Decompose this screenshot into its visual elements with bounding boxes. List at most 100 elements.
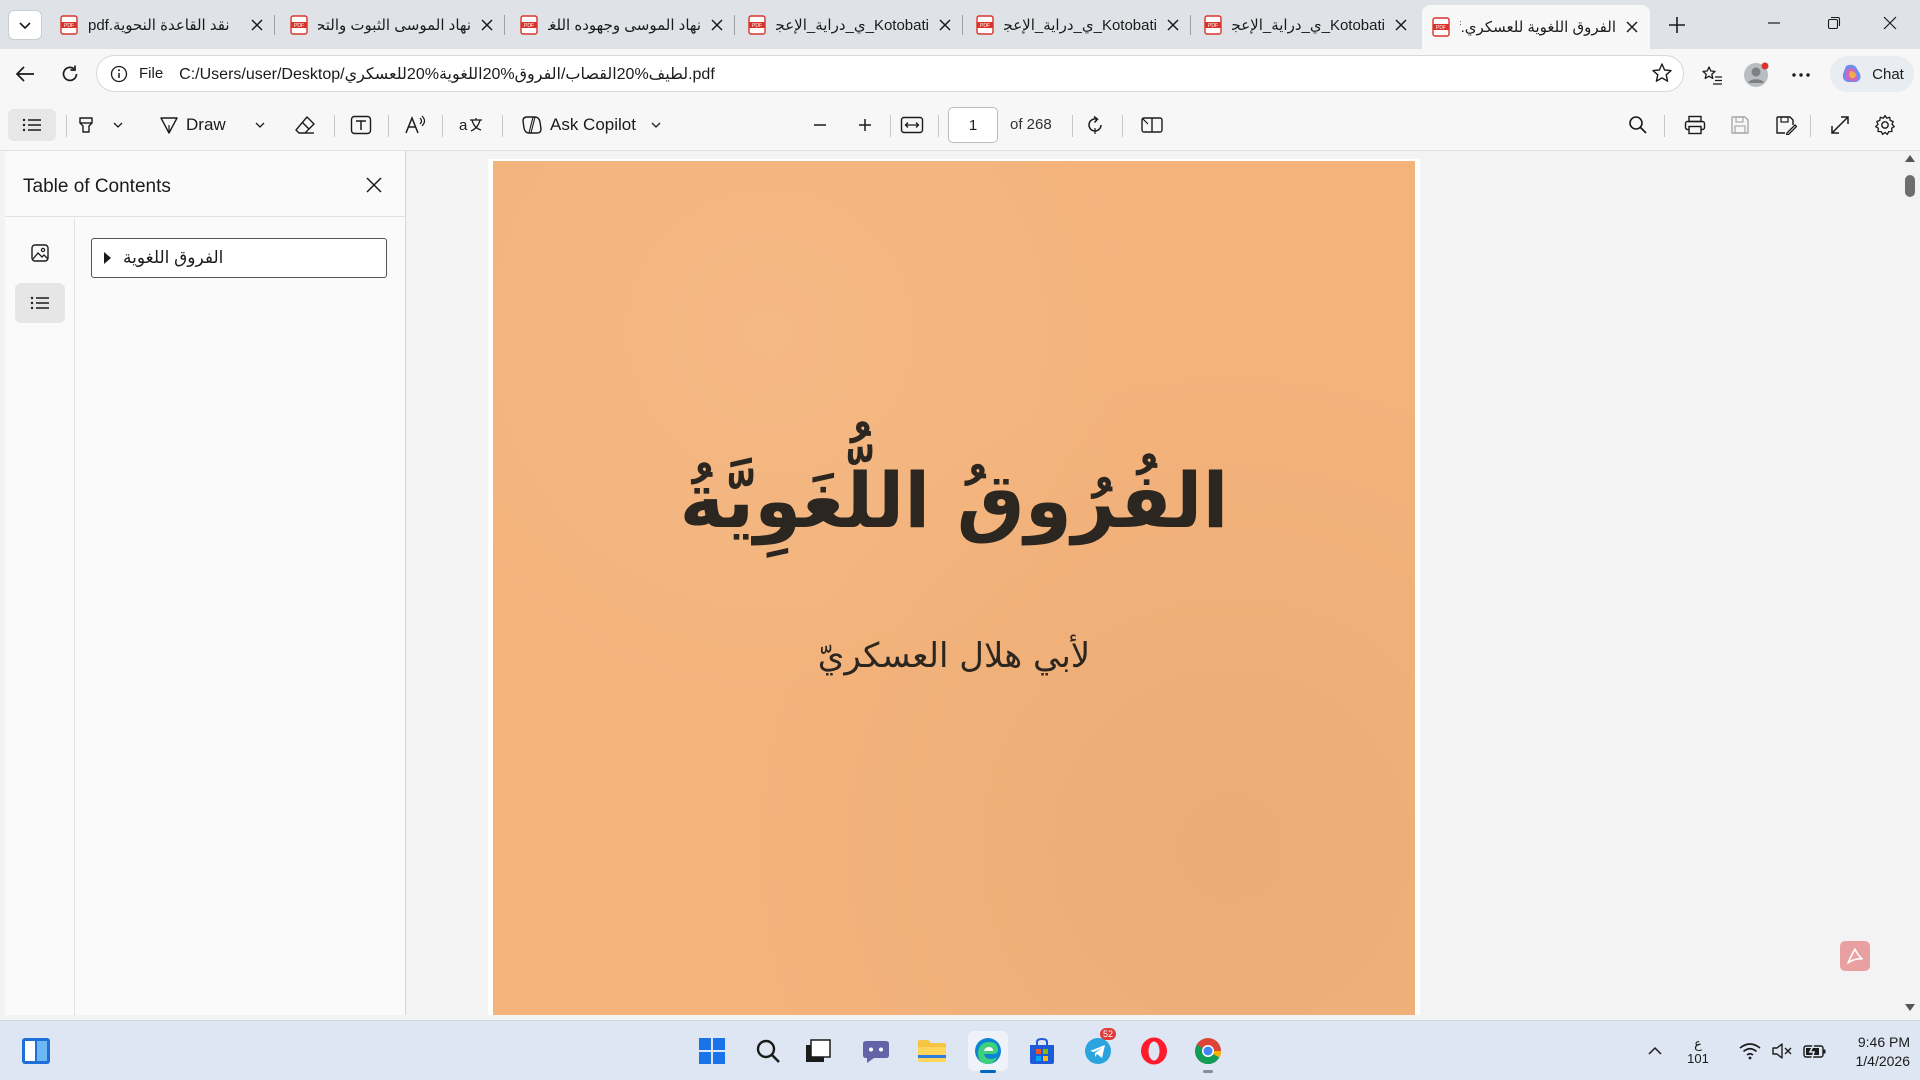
settings-and-more-button[interactable] xyxy=(1787,61,1815,89)
pdf-settings-button[interactable] xyxy=(1874,109,1896,141)
draw-options-dropdown[interactable] xyxy=(254,109,266,141)
save-as-icon xyxy=(1776,116,1797,135)
copilot-outline-icon xyxy=(522,116,542,134)
highlight-options-dropdown[interactable] xyxy=(112,109,124,141)
page-view-button[interactable] xyxy=(1140,109,1164,141)
toc-item[interactable]: الفروق اللغوية xyxy=(91,238,387,278)
close-tab-icon[interactable] xyxy=(707,15,727,35)
chrome-icon xyxy=(1194,1038,1222,1065)
tab-3[interactable]: PDF نهاد الموسى وجهوده اللغو xyxy=(510,7,735,43)
fullscreen-button[interactable] xyxy=(1830,109,1850,141)
telegram-button[interactable]: 52 xyxy=(1078,1028,1118,1071)
tab-6[interactable]: PDF Kotobati_ي_دراية_الإعجاز xyxy=(1194,7,1419,43)
microsoft-store-button[interactable] xyxy=(1022,1031,1062,1071)
print-button[interactable] xyxy=(1684,109,1706,141)
tab-5[interactable]: PDF Kotobati_ي_دراية_الإعجاز xyxy=(966,7,1191,43)
translate-button[interactable]: a xyxy=(458,109,484,141)
scroll-down-arrow[interactable] xyxy=(1905,1004,1915,1011)
tab-1[interactable]: PDF نقد القاعدة النحوية.pdf xyxy=(50,7,275,43)
save-icon xyxy=(1731,116,1749,134)
erase-button[interactable] xyxy=(294,109,316,141)
url-scheme: File xyxy=(139,65,164,82)
rotate-icon xyxy=(1088,115,1102,134)
tab-7-active[interactable]: PDF الفروق اللغوية للعسكري.f xyxy=(1422,5,1650,49)
thumbnails-button[interactable] xyxy=(15,233,65,273)
teams-chat-button[interactable] xyxy=(856,1031,896,1071)
new-tab-button[interactable] xyxy=(1662,10,1692,40)
windows-taskbar: 52 ع 101 9:46 PM 1/4/2026 xyxy=(0,1020,1920,1080)
refresh-button[interactable] xyxy=(53,58,87,90)
search-button[interactable] xyxy=(748,1031,788,1071)
add-text-button[interactable] xyxy=(350,109,372,141)
image-icon xyxy=(31,244,49,262)
outline-button[interactable] xyxy=(15,283,65,323)
restore-button[interactable] xyxy=(1804,0,1864,46)
scroll-up-arrow[interactable] xyxy=(1905,155,1915,162)
close-tab-icon[interactable] xyxy=(1622,17,1642,37)
task-view-button[interactable] xyxy=(798,1031,838,1071)
scroll-thumb[interactable] xyxy=(1905,175,1915,197)
opera-browser-button[interactable] xyxy=(1134,1031,1174,1071)
site-info-icon[interactable] xyxy=(107,62,131,86)
tab-4[interactable]: PDF Kotobati_ي_دراية_الإعجاز xyxy=(738,7,963,43)
rotate-button[interactable] xyxy=(1084,109,1106,141)
edge-browser-button[interactable] xyxy=(968,1031,1008,1073)
ask-copilot-button[interactable]: Ask Copilot xyxy=(520,109,662,141)
clock[interactable]: 9:46 PM 1/4/2026 xyxy=(1820,1033,1911,1071)
acrobat-button[interactable] xyxy=(1840,941,1870,971)
expand-arrow-icon[interactable] xyxy=(104,252,111,264)
close-icon xyxy=(1883,16,1897,30)
vertical-scrollbar[interactable] xyxy=(1900,151,1920,1015)
task-view-icon xyxy=(806,1039,831,1062)
minimize-button[interactable] xyxy=(1744,0,1804,46)
close-tab-icon[interactable] xyxy=(1391,15,1411,35)
show-hidden-icons-button[interactable] xyxy=(1640,1031,1670,1071)
zoom-in-button[interactable] xyxy=(857,109,873,141)
read-aloud-button[interactable] xyxy=(404,109,428,141)
favorite-star-icon[interactable] xyxy=(1651,62,1673,88)
close-panel-button[interactable] xyxy=(360,171,388,199)
start-button[interactable] xyxy=(692,1031,732,1071)
find-button[interactable] xyxy=(1628,109,1648,141)
restore-icon xyxy=(1827,16,1841,30)
search-icon xyxy=(756,1039,780,1063)
store-icon xyxy=(1030,1037,1054,1064)
file-explorer-button[interactable] xyxy=(912,1031,952,1071)
list-icon xyxy=(30,296,49,310)
table-of-contents-toggle[interactable] xyxy=(8,109,56,141)
widgets-button[interactable] xyxy=(16,1031,56,1071)
fit-to-width-button[interactable] xyxy=(900,109,924,141)
highlight-button[interactable] xyxy=(76,109,96,141)
back-button[interactable] xyxy=(8,58,42,90)
address-bar[interactable]: File C:/Users/user/Desktop/لطيف%20القصاب… xyxy=(96,55,1684,92)
chevron-down-icon xyxy=(651,122,661,128)
page-number-input[interactable]: 1 xyxy=(948,107,998,143)
close-tab-icon[interactable] xyxy=(935,15,955,35)
tab-2[interactable]: PDF نهاد الموسى الثبوت والتحو xyxy=(280,7,505,43)
close-tab-icon[interactable] xyxy=(1163,15,1183,35)
toolbar-divider xyxy=(1810,115,1811,137)
save-as-button[interactable] xyxy=(1775,109,1797,141)
document-viewport[interactable]: الفُرُوقُ اللُّغَوِيَّةُ لأبي هلال العسك… xyxy=(406,151,1900,1015)
save-button[interactable] xyxy=(1730,109,1750,141)
profile-button[interactable] xyxy=(1742,61,1770,89)
copilot-chat-button[interactable]: Chat xyxy=(1830,56,1914,92)
pdf-file-icon: PDF xyxy=(290,15,308,35)
draw-button[interactable]: Draw xyxy=(158,109,226,141)
tab-title: نهاد الموسى الثبوت والتحو xyxy=(318,17,471,34)
chrome-browser-button[interactable] xyxy=(1188,1031,1228,1073)
input-language-indicator[interactable]: ع 101 xyxy=(1680,1031,1716,1071)
close-tab-icon[interactable] xyxy=(477,15,497,35)
tab-actions-menu-button[interactable] xyxy=(8,10,42,40)
refresh-icon xyxy=(62,65,78,82)
tab-title: نهاد الموسى وجهوده اللغو xyxy=(548,17,701,34)
close-tab-icon[interactable] xyxy=(247,15,267,35)
plus-icon xyxy=(859,119,871,131)
zoom-out-button[interactable] xyxy=(812,109,828,141)
close-window-button[interactable] xyxy=(1860,0,1920,46)
favorites-button[interactable] xyxy=(1698,61,1726,89)
eraser-icon xyxy=(295,116,315,134)
url-text[interactable]: C:/Users/user/Desktop/لطيف%20القصاب/الفر… xyxy=(179,64,715,84)
pdf-page: الفُرُوقُ اللُّغَوِيَّةُ لأبي هلال العسك… xyxy=(488,159,1420,1015)
table-of-contents-panel: Table of Contents الفروق اللغوية xyxy=(5,151,406,1015)
